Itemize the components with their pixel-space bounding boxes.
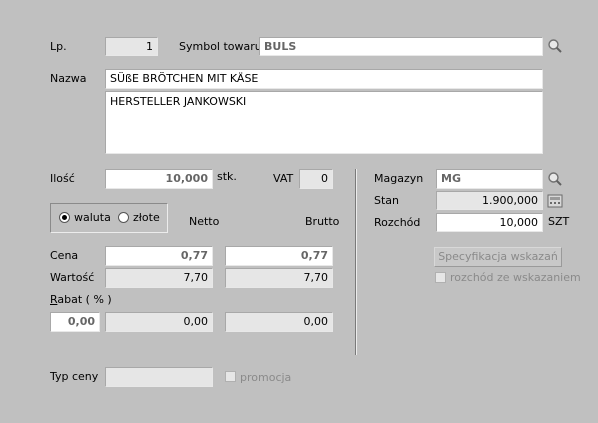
lp-label: Lp. xyxy=(50,40,67,53)
wartosc-brutto-field: 7,70 xyxy=(225,268,333,288)
stan-label: Stan xyxy=(374,194,400,207)
stan-field: 1.900,000 xyxy=(436,191,543,210)
rabat-label: Rabat ( % ) xyxy=(50,293,112,306)
netto-header: Netto xyxy=(189,215,220,228)
cena-brutto-field[interactable]: 0,77 xyxy=(225,246,333,266)
calculator-icon[interactable] xyxy=(546,192,564,210)
radio-zlote-label[interactable]: złote xyxy=(133,211,160,225)
promocja-checkbox[interactable] xyxy=(225,371,236,382)
typ-ceny-field[interactable] xyxy=(105,367,213,387)
specyfikacja-button[interactable]: Specyfikacja wskazań xyxy=(434,247,562,267)
description-field[interactable]: HERSTELLER JANKOWSKI xyxy=(105,91,543,154)
magazyn-search-icon[interactable] xyxy=(546,170,564,188)
magazyn-label: Magazyn xyxy=(374,172,424,185)
rozchod-wskazaniem-checkbox[interactable] xyxy=(435,272,446,283)
radio-waluta[interactable] xyxy=(59,212,70,223)
rozchod-unit: SZT xyxy=(548,215,570,228)
symbol-label: Symbol towaru xyxy=(179,40,262,53)
rabat-brutto-field: 0,00 xyxy=(225,312,333,332)
nazwa-field[interactable]: SÜßE BRÖTCHEN MIT KÄSE xyxy=(105,69,543,89)
promocja-label: promocja xyxy=(240,371,292,384)
lp-field: 1 xyxy=(105,37,158,56)
ilosc-label: Ilość xyxy=(50,172,75,185)
magazyn-field[interactable]: MG xyxy=(436,169,543,189)
vat-field[interactable]: 0 xyxy=(299,169,333,189)
symbol-search-icon[interactable] xyxy=(546,37,564,55)
rabat-percent-field[interactable]: 0,00 xyxy=(50,312,100,332)
cena-label: Cena xyxy=(50,249,79,262)
wartosc-label: Wartość xyxy=(50,271,95,284)
typ-ceny-label: Typ ceny xyxy=(50,370,99,383)
cena-netto-field[interactable]: 0,77 xyxy=(105,246,213,266)
symbol-field[interactable]: BULS xyxy=(259,37,543,56)
rozchod-wskazaniem-label: rozchód ze wskazaniem xyxy=(450,271,581,284)
wartosc-netto-field: 7,70 xyxy=(105,268,213,288)
nazwa-label: Nazwa xyxy=(50,72,87,85)
ilosc-field[interactable]: 10,000 xyxy=(105,169,213,189)
rozchod-field[interactable]: 10,000 xyxy=(436,213,543,232)
radio-zlote[interactable] xyxy=(118,212,129,223)
ilosc-unit: stk. xyxy=(217,170,237,183)
vertical-separator xyxy=(355,169,357,355)
rozchod-label: Rozchód xyxy=(374,216,421,229)
rabat-netto-field: 0,00 xyxy=(105,312,213,332)
brutto-header: Brutto xyxy=(305,215,340,228)
vat-label: VAT xyxy=(273,172,294,185)
radio-waluta-label[interactable]: waluta xyxy=(74,211,111,225)
